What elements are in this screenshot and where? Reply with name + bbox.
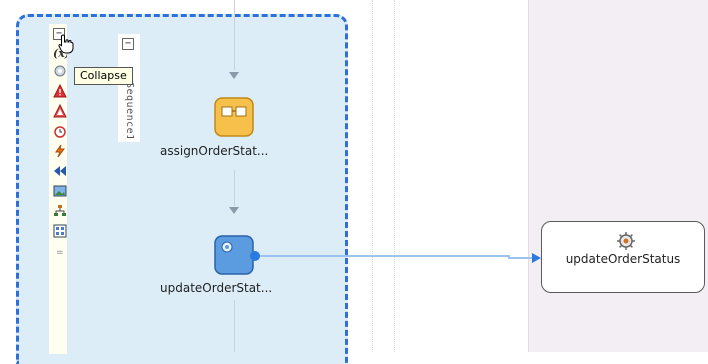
- fault-handler-icon[interactable]: [53, 84, 67, 98]
- flow-arrow: [229, 207, 239, 214]
- assign-activity-label: assignOrderStat...: [160, 144, 269, 158]
- invoke-activity-label: updateOrderStat...: [160, 281, 273, 295]
- lane-divider: [372, 0, 373, 352]
- assign-icon: [214, 97, 254, 137]
- invoke-activity[interactable]: [213, 234, 260, 276]
- hand-cursor-icon: [58, 34, 74, 54]
- hierarchy-icon[interactable]: [53, 204, 67, 218]
- assign-activity[interactable]: [213, 96, 255, 138]
- flow-line: [234, 300, 235, 352]
- partner-connector: [260, 255, 510, 257]
- lane-divider: [394, 0, 395, 352]
- event-icon[interactable]: [53, 144, 67, 158]
- collapse-tooltip: Collapse: [74, 67, 133, 85]
- invoke-icon: [214, 235, 260, 275]
- flow-line: [234, 0, 235, 70]
- partner-links-lane: [528, 0, 708, 352]
- grid-icon[interactable]: [53, 224, 67, 238]
- correlation-sets-icon[interactable]: [53, 64, 67, 78]
- flow-line: [234, 170, 235, 206]
- alarm-icon[interactable]: [53, 124, 67, 138]
- sequence-label: Sequence1: [124, 82, 135, 138]
- compensation-icon[interactable]: [53, 164, 67, 178]
- partner-connector: [508, 257, 532, 259]
- partner-link-label: updateOrderStatus: [565, 252, 681, 266]
- svg-text:=: =: [56, 248, 64, 258]
- more-icon[interactable]: =: [53, 244, 67, 258]
- service-gear-icon: [617, 232, 635, 250]
- partner-link-box[interactable]: updateOrderStatus: [541, 221, 705, 293]
- catch-all-icon[interactable]: [53, 104, 67, 118]
- flow-arrow: [229, 72, 239, 79]
- sequence-collapse-button[interactable]: −: [122, 38, 134, 50]
- image-icon[interactable]: [53, 184, 67, 198]
